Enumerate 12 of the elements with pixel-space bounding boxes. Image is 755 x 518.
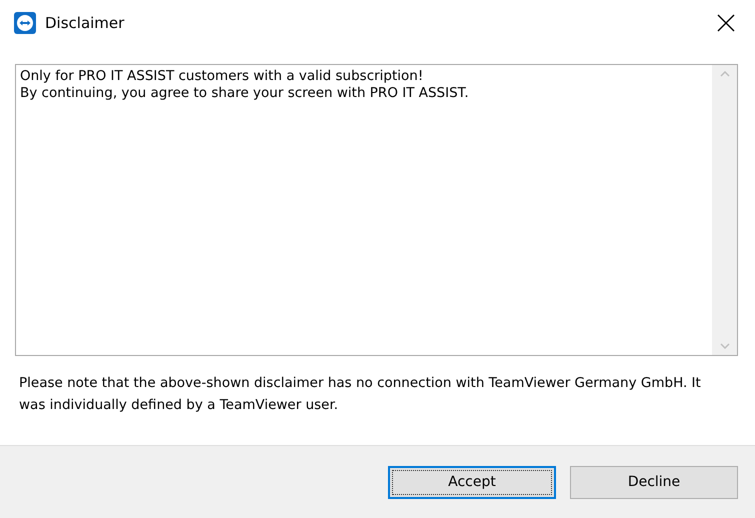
note-text: Please note that the above-shown disclaimer has no connection with TeamViewer Germany GmbH. It was individually defined by a TeamViewer user. [19, 374, 702, 415]
dialog-button[interactable]: Accept [388, 466, 556, 498]
scroll-down-icon[interactable] [720, 343, 730, 349]
app-logo-icon [14, 12, 36, 34]
disclaimer-line: Only for PRO IT ASSIST customers with a valid subscription! [20, 68, 424, 85]
disclaimer-text-area[interactable]: Only for PRO IT ASSIST customers with a valid subscription! By continuing, you agree to share your screen with PRO IT ASSIST. [15, 64, 738, 356]
scrollbar[interactable] [712, 65, 737, 355]
dialog-button[interactable]: Decline [570, 466, 738, 498]
scroll-up-icon[interactable] [720, 71, 730, 77]
window-title: Disclaimer [45, 14, 126, 32]
disclaimer-line: By continuing, you agree to share your screen with PRO IT ASSIST. [20, 85, 470, 102]
close-icon[interactable] [717, 14, 735, 32]
